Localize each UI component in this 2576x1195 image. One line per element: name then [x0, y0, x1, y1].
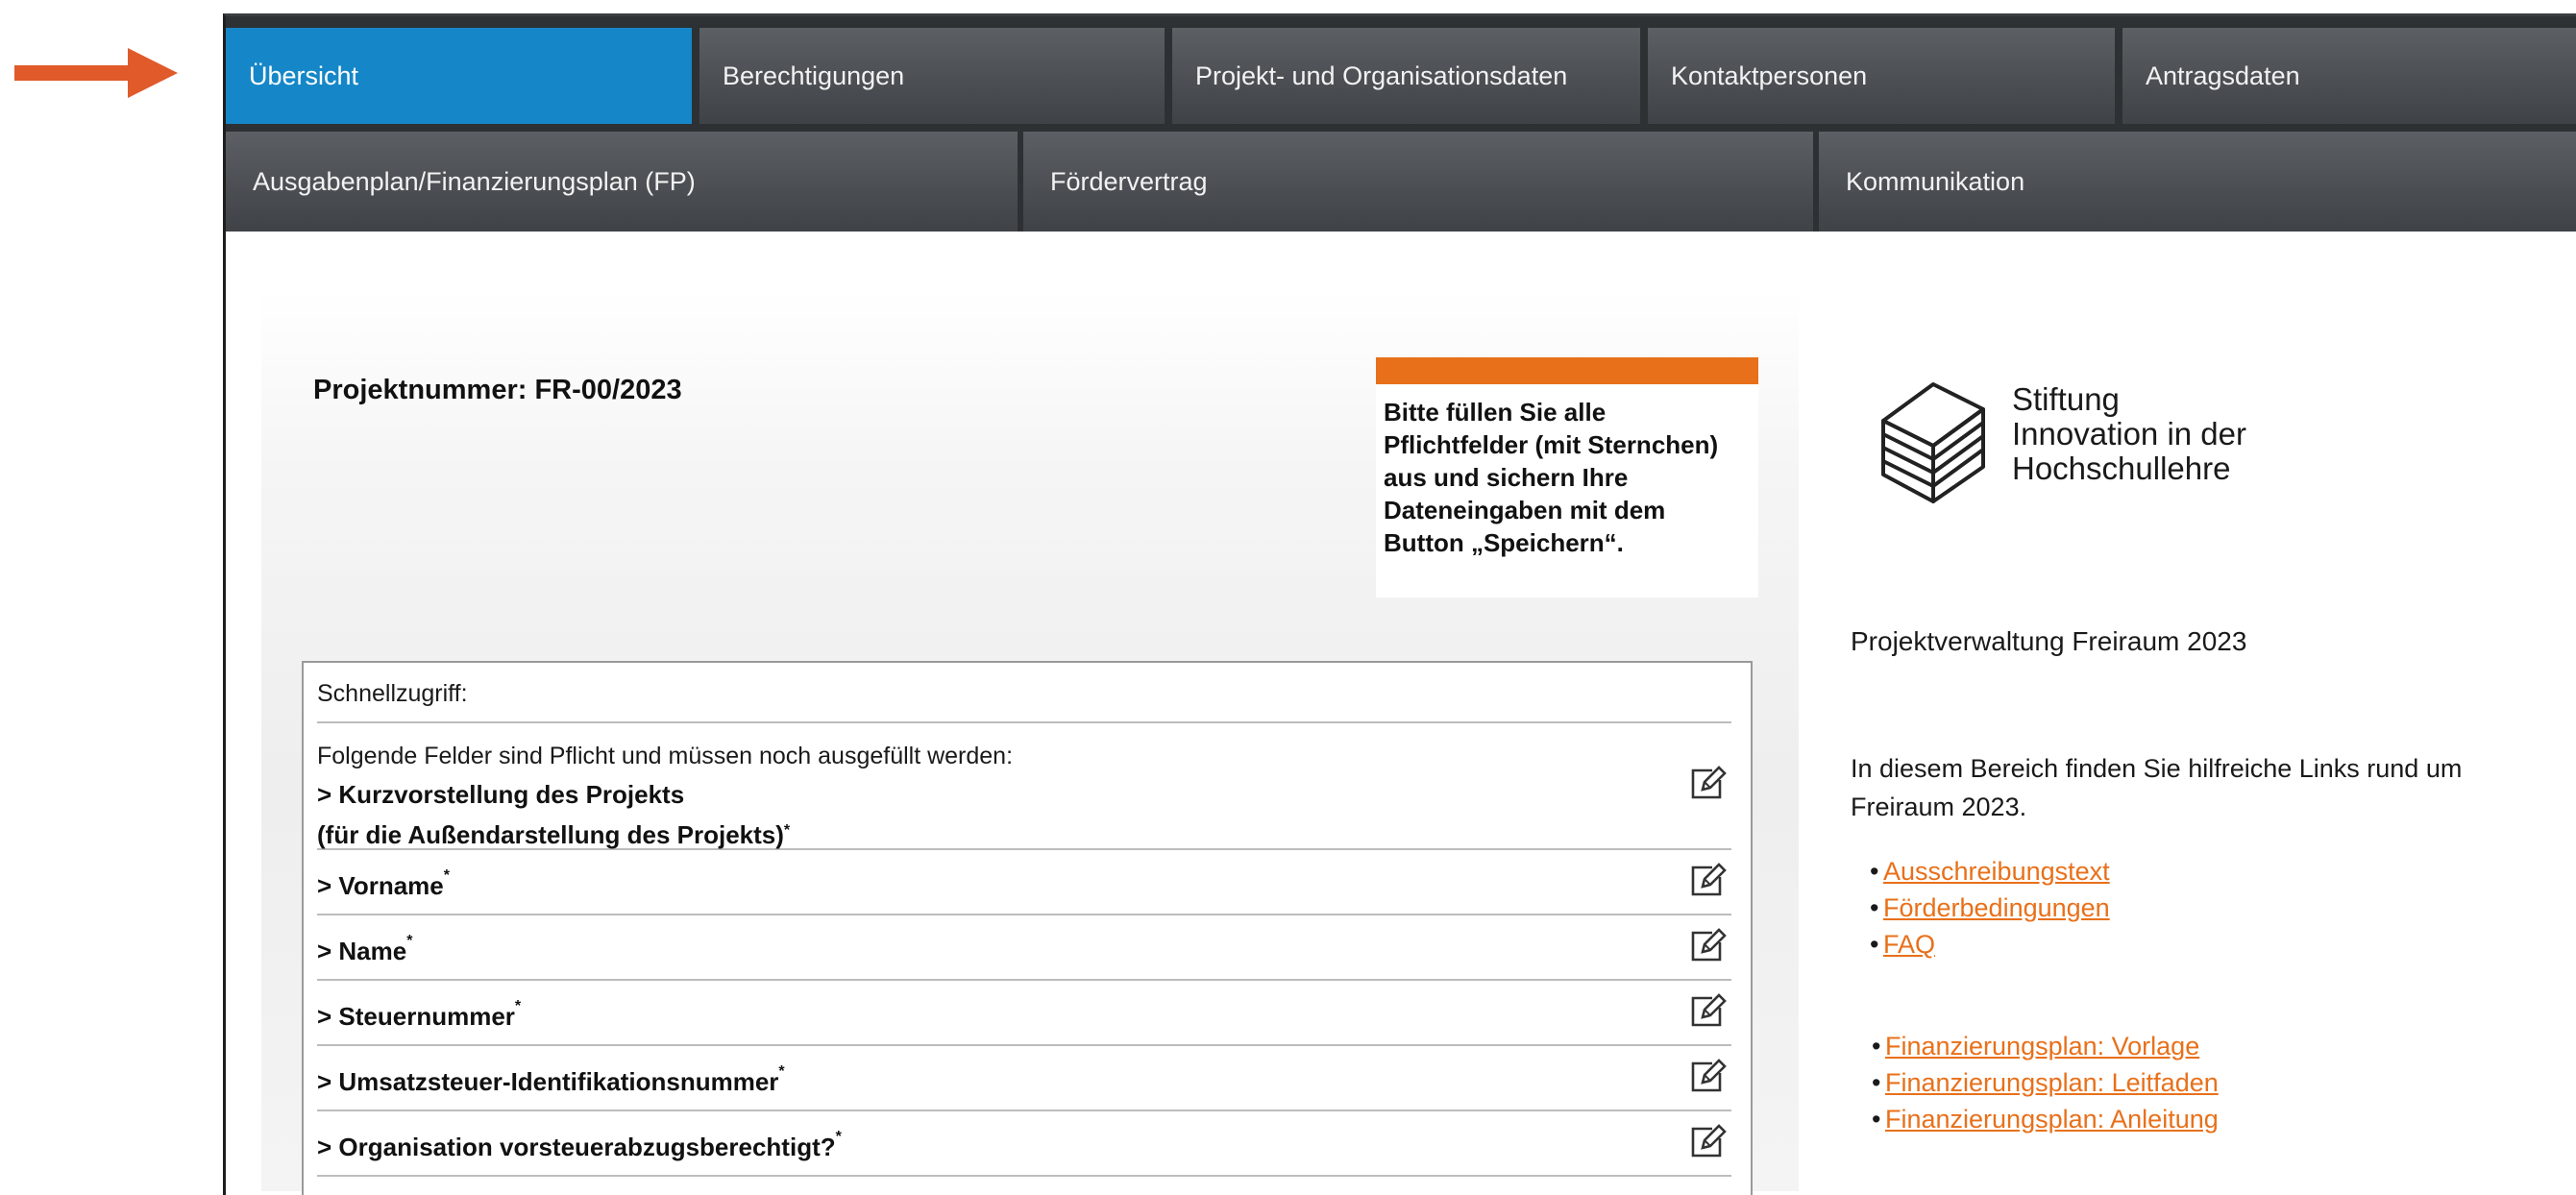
quick-item-kurzvorstellung[interactable]: > Kurzvorstellung des Projekts (für die …: [317, 766, 1731, 850]
quick-access-box: Schnellzugriff: Folgende Felder sind Pfl…: [302, 661, 1753, 1195]
edit-icon[interactable]: [1689, 927, 1728, 963]
required-star: *: [835, 1129, 842, 1145]
quick-item-name[interactable]: > Name*: [317, 915, 1731, 981]
notice-line: Bitte füllen Sie alle: [1384, 398, 1607, 427]
tab-foerdervertrag[interactable]: Fördervertrag: [1023, 132, 1813, 232]
tab-uebersicht[interactable]: Übersicht: [226, 28, 692, 124]
tab-projekt-organisationsdaten[interactable]: Projekt- und Organisationsdaten: [1172, 28, 1640, 124]
quick-access-heading: Schnellzugriff:: [317, 663, 1731, 723]
link-finanzierungsplan-anleitung[interactable]: Finanzierungsplan: Anleitung: [1885, 1105, 2219, 1134]
quick-item-vorsteuerabzug[interactable]: > Organisation vorsteuerabzugsberechtigt…: [317, 1111, 1731, 1177]
required-fields-notice: Bitte füllen Sie alle Pflichtfelder (mit…: [1376, 357, 1758, 598]
tab-ausgabenplan[interactable]: Ausgabenplan/Finanzierungsplan (FP): [226, 132, 1018, 232]
required-star: *: [443, 867, 450, 884]
main-nav-row-2: Ausgabenplan/Finanzierungsplan (FP) Förd…: [226, 124, 2576, 232]
quick-item-label: > Umsatzsteuer-Identifikationsnummer: [317, 1067, 779, 1096]
quick-item-ust-id[interactable]: > Umsatzsteuer-Identifikationsnummer*: [317, 1046, 1731, 1111]
brand-name: Stiftung Innovation in der Hochschullehr…: [2012, 382, 2246, 486]
pointer-arrow-icon: [14, 48, 178, 98]
notice-text: Bitte füllen Sie alle Pflichtfelder (mit…: [1376, 384, 1758, 559]
edit-icon[interactable]: [1689, 1058, 1728, 1094]
quick-item-sublabel: (für die Außendarstellung des Projekts): [317, 820, 784, 849]
link-faq[interactable]: FAQ: [1883, 930, 1935, 959]
list-item: Finanzierungsplan: Leitfaden: [1872, 1064, 2219, 1101]
required-star: *: [778, 1063, 785, 1080]
notice-line: Pflichtfelder (mit Sternchen): [1384, 430, 1719, 459]
quick-access-intro: Folgende Felder sind Pflicht und müssen …: [317, 743, 1014, 769]
edit-icon[interactable]: [1689, 1123, 1728, 1159]
list-item: Ausschreibungstext: [1870, 853, 2110, 890]
list-item: Finanzierungsplan: Vorlage: [1872, 1028, 2219, 1064]
quick-item-vorname[interactable]: > Vorname*: [317, 850, 1731, 915]
notice-line: Button „Speichern“.: [1384, 528, 1624, 557]
link-ausschreibungstext[interactable]: Ausschreibungstext: [1883, 857, 2110, 886]
brand-line: Stiftung: [2012, 381, 2120, 417]
brand-line: Hochschullehre: [2012, 451, 2231, 486]
quick-item-label: > Vorname: [317, 871, 444, 900]
main-nav-row-1: Übersicht Berechtigungen Projekt- und Or…: [226, 16, 2576, 124]
edit-icon[interactable]: [1689, 765, 1728, 801]
required-star: *: [514, 998, 522, 1014]
quick-item-label: > Steuernummer: [317, 1002, 515, 1031]
tab-kontaktpersonen[interactable]: Kontaktpersonen: [1647, 28, 2115, 124]
finance-links: Finanzierungsplan: Vorlage Finanzierungs…: [1872, 1028, 2219, 1137]
quick-item-label: > Name: [317, 937, 407, 965]
quick-item-label: > Kurzvorstellung des Projekts: [317, 780, 685, 809]
link-finanzierungsplan-vorlage[interactable]: Finanzierungsplan: Vorlage: [1885, 1032, 2199, 1061]
required-star: *: [406, 933, 413, 949]
link-finanzierungsplan-leitfaden[interactable]: Finanzierungsplan: Leitfaden: [1885, 1068, 2219, 1097]
tab-kommunikation[interactable]: Kommunikation: [1819, 132, 2576, 232]
edit-icon[interactable]: [1689, 992, 1728, 1029]
tab-antragsdaten[interactable]: Antragsdaten: [2122, 28, 2576, 124]
notice-line: aus und sichern Ihre: [1384, 463, 1629, 492]
list-item: Förderbedingungen: [1870, 890, 2110, 926]
brand-line: Innovation in der: [2012, 416, 2247, 451]
info-links: Ausschreibungstext Förderbedingungen FAQ: [1870, 853, 2110, 963]
notice-line: Dateneingaben mit dem: [1384, 496, 1666, 524]
notice-accent-bar: [1376, 357, 1758, 384]
tab-berechtigungen[interactable]: Berechtigungen: [699, 28, 1165, 124]
list-item: Finanzierungsplan: Anleitung: [1872, 1101, 2219, 1137]
edit-icon[interactable]: [1689, 862, 1728, 898]
sidebar-info-text: In diesem Bereich finden Sie hilfreiche …: [1851, 754, 2463, 821]
list-item: FAQ: [1870, 926, 2110, 963]
link-foerderbedingungen[interactable]: Förderbedingungen: [1883, 893, 2110, 922]
project-number: Projektnummer: FR-00/2023: [313, 375, 682, 405]
required-star: *: [783, 822, 791, 839]
quick-item-label: > Organisation vorsteuerabzugsberechtigt…: [317, 1133, 836, 1161]
sidebar-title: Projektverwaltung Freiraum 2023: [1851, 626, 2247, 656]
quick-item-steuernummer[interactable]: > Steuernummer*: [317, 981, 1731, 1046]
